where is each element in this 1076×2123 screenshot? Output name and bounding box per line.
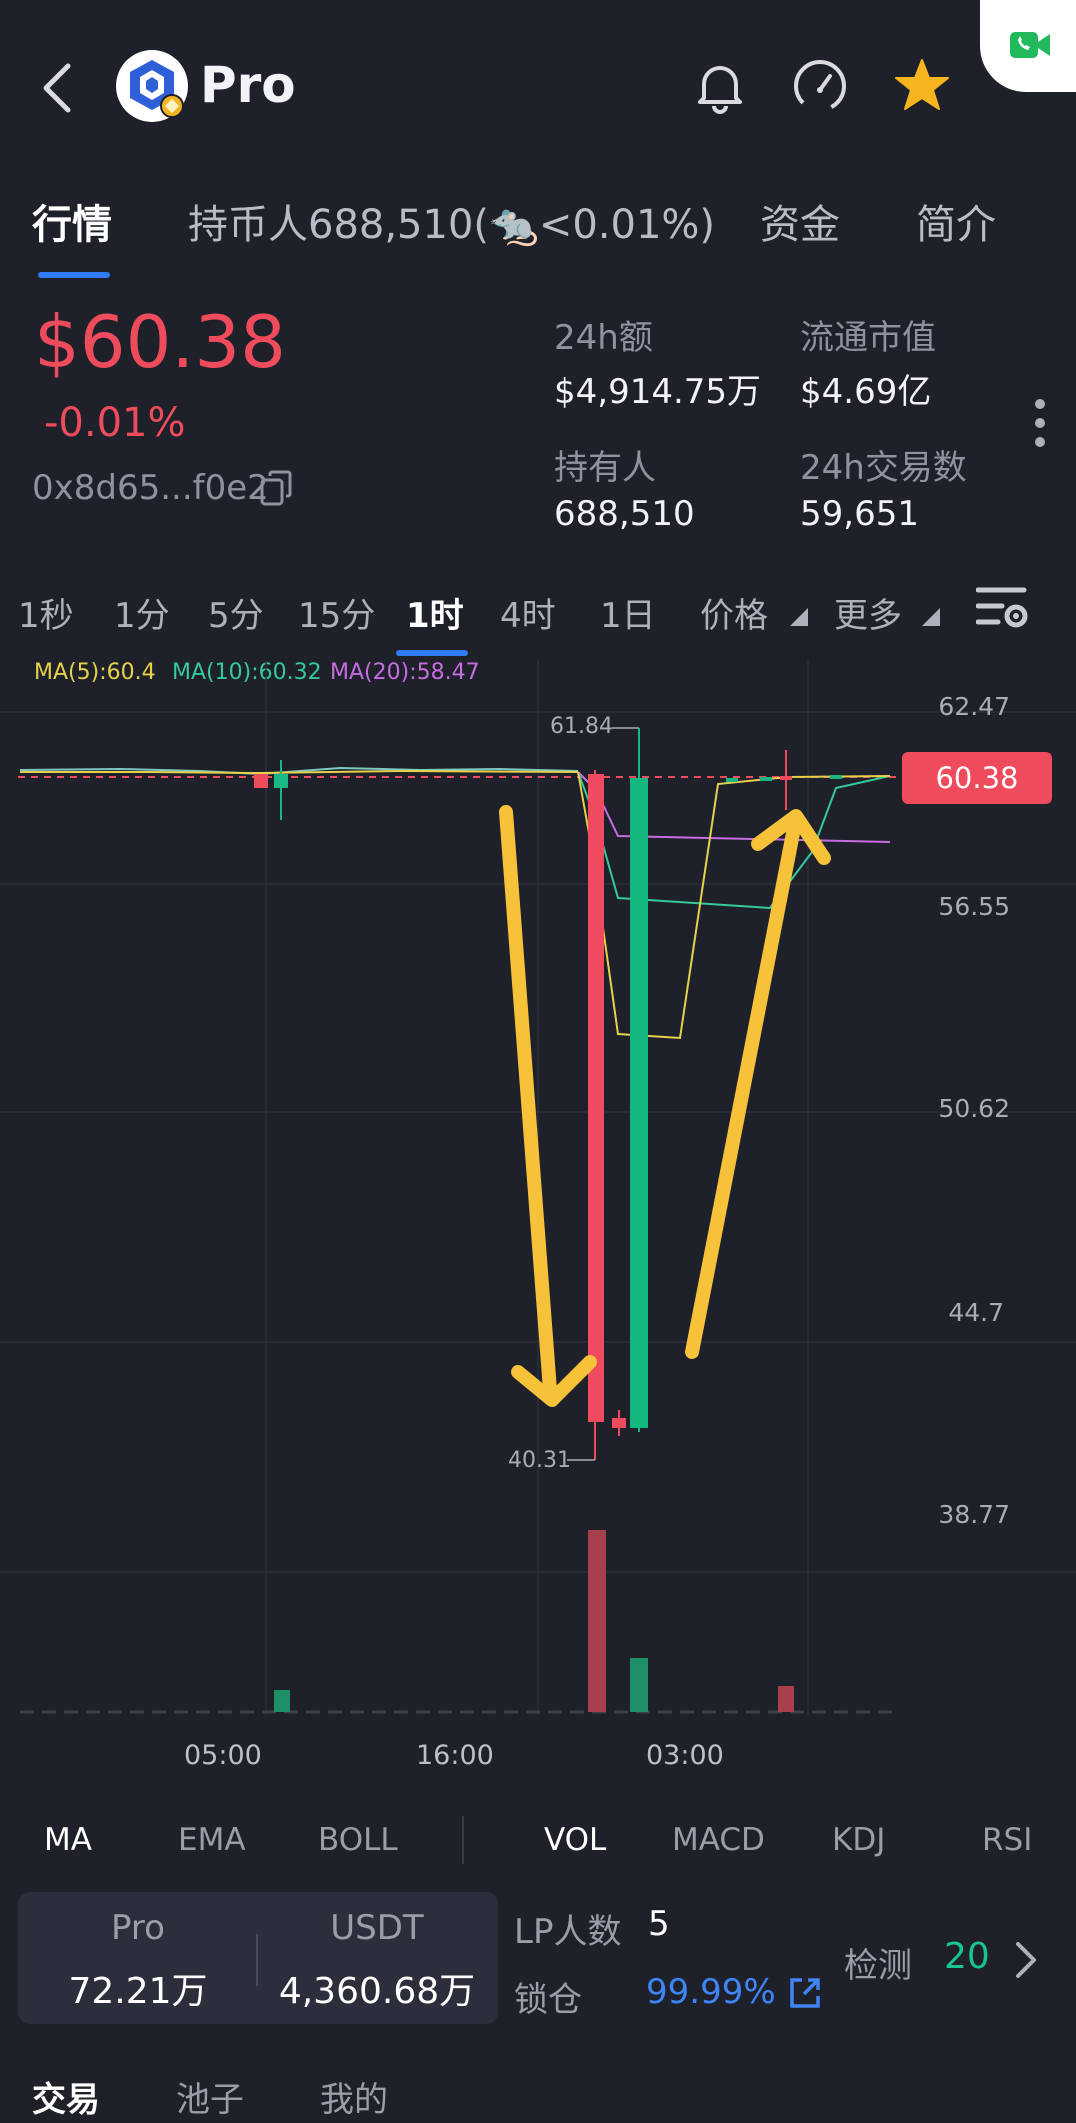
lp-count-label: LP人数 [514, 1912, 622, 1952]
candle [830, 775, 842, 779]
stat-value-tx: 59,651 [800, 494, 919, 534]
volume-bars [20, 1530, 900, 1714]
speedometer-icon[interactable] [790, 56, 850, 116]
lock-label: 锁仓 [514, 1980, 582, 2020]
price-change: -0.01% [44, 400, 186, 446]
indicator-ma[interactable]: MA [44, 1822, 92, 1858]
high-price-label: 61.84 [550, 714, 613, 739]
price-type-dropdown[interactable]: 价格 [700, 588, 768, 637]
token-logo [116, 50, 188, 122]
token-name: Pro [200, 56, 296, 114]
lp-count-value: 5 [648, 1904, 670, 1944]
indicator-boll[interactable]: BOLL [318, 1822, 398, 1858]
candle [760, 777, 772, 781]
candle-big-red [588, 774, 604, 1422]
interval-15m[interactable]: 15分 [298, 588, 375, 637]
y-tick: 50.62 [938, 1094, 1010, 1123]
indicator-macd[interactable]: MACD [672, 1822, 765, 1858]
star-icon[interactable] [892, 56, 952, 116]
candle [726, 778, 738, 782]
video-call-icon [1010, 32, 1050, 58]
indicator-kdj[interactable]: KDJ [832, 1822, 885, 1858]
indicator-ema[interactable]: EMA [178, 1822, 246, 1858]
interval-1m[interactable]: 1分 [114, 588, 170, 637]
copy-icon[interactable] [260, 470, 294, 506]
stat-label-holders: 持有人 [554, 448, 656, 488]
pool-divider [256, 1934, 258, 1986]
chart-settings-icon[interactable] [976, 584, 1028, 632]
volume-bar [630, 1658, 648, 1712]
pool-quote-amount: 4,360.68万 [278, 1971, 476, 2012]
stat-value-volume: $4,914.75万 [554, 372, 762, 412]
interval-4h[interactable]: 4时 [500, 588, 556, 637]
external-link-icon[interactable] [788, 1976, 822, 2010]
indicator-vol[interactable]: VOL [544, 1822, 606, 1858]
security-check-score[interactable]: 20 [944, 1936, 990, 1977]
interval-5m[interactable]: 5分 [208, 588, 264, 637]
volume-bar [588, 1530, 606, 1712]
arrow-down [499, 805, 557, 1397]
y-tick: 56.55 [938, 892, 1010, 921]
interval-1s[interactable]: 1秒 [18, 588, 74, 637]
contract-address: 0x8d65...f0e2 [32, 468, 269, 508]
more-vertical-icon[interactable] [1034, 398, 1046, 448]
interval-1h[interactable]: 1时 [406, 588, 464, 637]
stat-value-marketcap: $4.69亿 [800, 372, 932, 412]
x-tick: 05:00 [184, 1740, 262, 1771]
candle [780, 776, 792, 780]
stat-value-holders: 688,510 [554, 494, 695, 534]
price-chart[interactable] [0, 656, 1076, 1756]
candle [254, 774, 268, 788]
more-intervals-dropdown[interactable]: 更多 [834, 588, 902, 637]
pool-quote-name: USDT [330, 1908, 424, 1948]
back-icon[interactable] [38, 60, 78, 116]
current-price-tag: 60.38 [902, 752, 1052, 804]
stat-label-volume: 24h额 [554, 318, 653, 358]
y-tick: 62.47 [938, 692, 1010, 721]
pool-token-name: Pro [111, 1908, 165, 1948]
security-check-label[interactable]: 检测 [844, 1938, 912, 1987]
dropdown-triangle-icon [922, 608, 940, 626]
tab-holders[interactable]: 持币人688,510(🐀<0.01%) [188, 192, 715, 250]
bottom-tab-pool[interactable]: 池子 [176, 2072, 244, 2121]
video-call-button[interactable] [980, 0, 1076, 92]
stat-label-tx: 24h交易数 [800, 448, 967, 488]
chevron-right-icon[interactable] [1014, 1940, 1038, 1980]
x-tick: 16:00 [416, 1740, 494, 1771]
active-tab-indicator [38, 272, 110, 278]
volume-bar [274, 1690, 290, 1712]
x-tick: 03:00 [646, 1740, 724, 1771]
dropdown-triangle-icon [790, 608, 808, 626]
y-tick: 38.77 [938, 1500, 1010, 1529]
pool-token-amount: 72.21万 [68, 1971, 208, 2012]
low-price-label: 40.31 [508, 1448, 571, 1473]
tab-market[interactable]: 行情 [32, 192, 112, 250]
bottom-tab-mine[interactable]: 我的 [320, 2072, 388, 2121]
stat-label-marketcap: 流通市值 [800, 318, 936, 358]
lock-value[interactable]: 99.99% [646, 1972, 776, 2012]
interval-1d[interactable]: 1日 [600, 588, 656, 637]
y-tick: 44.7 [948, 1298, 1004, 1327]
volume-bar [778, 1686, 794, 1712]
indicator-rsi[interactable]: RSI [982, 1822, 1032, 1858]
candle-big-green [630, 778, 648, 1428]
bottom-tab-trade[interactable]: 交易 [32, 2072, 100, 2121]
tab-intro[interactable]: 简介 [916, 192, 996, 250]
indicator-divider [462, 1816, 464, 1864]
current-price: $60.38 [34, 300, 286, 384]
bell-icon[interactable] [690, 56, 750, 116]
tab-funds[interactable]: 资金 [760, 192, 840, 250]
